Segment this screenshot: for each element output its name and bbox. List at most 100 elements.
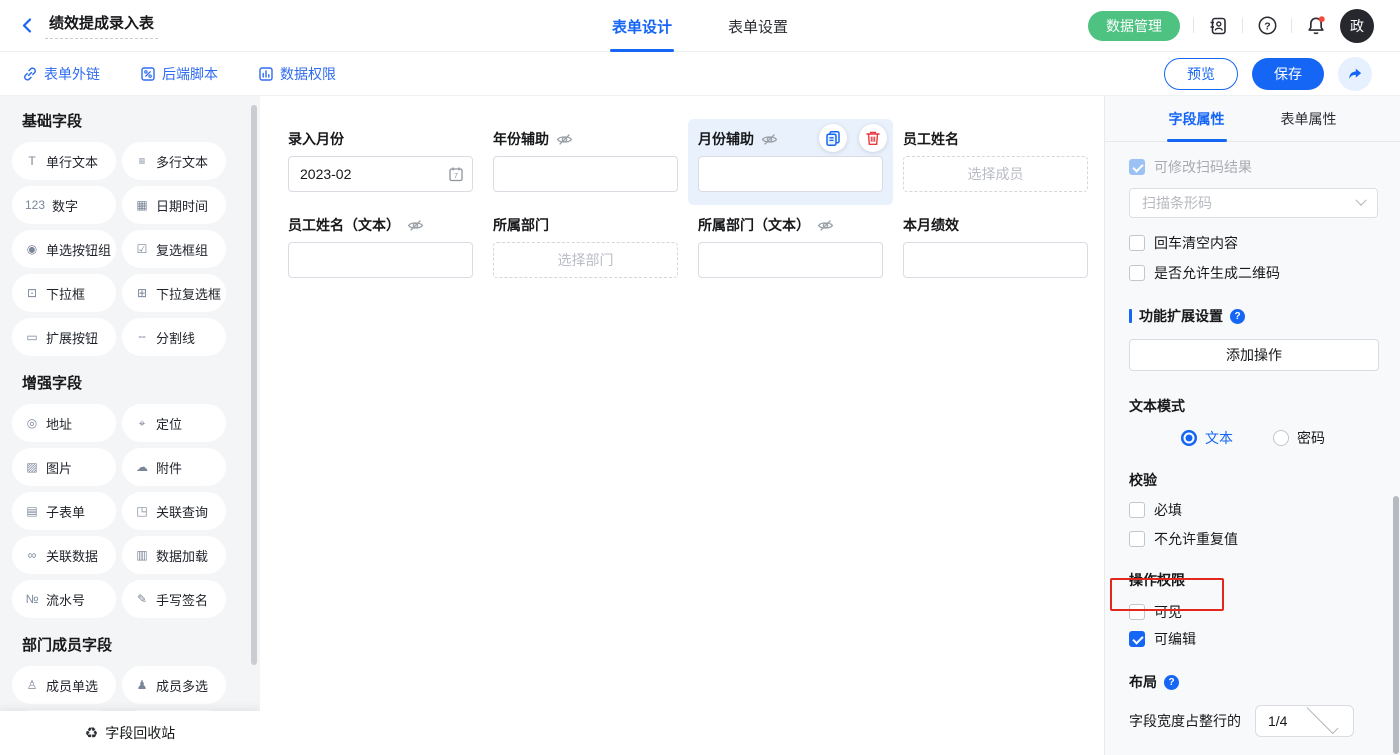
tab-field-properties[interactable]: 字段属性 — [1169, 96, 1225, 142]
field-type-icon: ▭ — [25, 330, 39, 344]
copy-field-button[interactable] — [819, 124, 847, 152]
field-type-pill[interactable]: ◉ 单选按钮组 — [12, 230, 116, 268]
field-type-pill[interactable]: № 流水号 — [12, 580, 116, 618]
help-badge-icon[interactable]: ? — [1230, 309, 1245, 324]
canvas-field[interactable]: 员工姓名 选择成员 — [893, 119, 1098, 205]
field-width-select[interactable]: 1/4 — [1255, 705, 1354, 737]
visible-checkbox[interactable] — [1129, 604, 1145, 620]
divider — [1242, 18, 1243, 33]
add-action-button[interactable]: 添加操作 — [1129, 339, 1379, 371]
field-label: 月份辅助 — [698, 129, 754, 149]
field-input[interactable] — [698, 156, 883, 192]
field-type-pill[interactable]: ⌖ 定位 — [122, 404, 226, 442]
allow-qrcode-checkbox[interactable] — [1129, 265, 1145, 281]
script-icon — [140, 66, 156, 82]
field-type-pill[interactable]: ≡ 多行文本 — [122, 142, 226, 180]
field-type-icon: ▨ — [25, 460, 39, 474]
data-permission-button[interactable]: 数据权限 — [258, 64, 336, 84]
toolbar: 表单外链 后端脚本 数据权限 预览 保存 — [0, 53, 1400, 96]
chevron-down-icon — [1355, 195, 1366, 206]
tab-form-properties[interactable]: 表单属性 — [1281, 96, 1337, 142]
field-type-icon: ♟ — [135, 678, 149, 692]
field-type-pill[interactable]: ♟ 成员多选 — [122, 666, 226, 704]
field-input[interactable] — [903, 242, 1088, 278]
tab-form-design[interactable]: 表单设计 — [610, 0, 674, 52]
field-type-pill[interactable]: ▤ 子表单 — [12, 492, 116, 530]
field-input[interactable] — [698, 242, 883, 278]
canvas-field[interactable]: 所属部门（文本） — [688, 205, 893, 291]
field-type-pill[interactable]: ▥ 数据加载 — [122, 536, 226, 574]
field-actions — [819, 124, 887, 152]
field-type-icon: T — [25, 154, 39, 168]
canvas-field[interactable]: 员工姓名（文本） — [278, 205, 483, 291]
user-avatar[interactable]: 政 — [1340, 9, 1374, 43]
field-type-pill[interactable]: ☁ 附件 — [122, 448, 226, 486]
field-type-pill[interactable]: ╌ 分割线 — [122, 318, 226, 356]
field-recycle-bin-button[interactable]: ♻ 字段回收站 — [0, 711, 260, 755]
help-icon[interactable]: ? — [1256, 15, 1278, 37]
field-type-pill[interactable]: ☑ 复选框组 — [122, 230, 226, 268]
field-type-icon: ⊞ — [135, 286, 149, 300]
field-type-pill[interactable]: ▦ 日期时间 — [122, 186, 226, 224]
field-type-pill[interactable]: ∞ 关联数据 — [12, 536, 116, 574]
form-title[interactable]: 绩效提成录入表 — [45, 12, 158, 39]
delete-field-button[interactable] — [859, 124, 887, 152]
field-type-pill[interactable]: 123 数字 — [12, 186, 116, 224]
tab-form-settings[interactable]: 表单设置 — [726, 0, 790, 52]
field-type-pill[interactable]: ▨ 图片 — [12, 448, 116, 486]
field-type-pill[interactable]: ◎ 地址 — [12, 404, 116, 442]
field-type-pill[interactable]: ◳ 关联查询 — [122, 492, 226, 530]
sidebar-scrollbar[interactable] — [251, 105, 257, 665]
save-button[interactable]: 保存 — [1252, 58, 1324, 90]
field-label: 本月绩效 — [903, 215, 959, 235]
no-duplicate-checkbox[interactable] — [1129, 531, 1145, 547]
canvas-field[interactable]: 所属部门 选择部门 — [483, 205, 688, 291]
backend-script-button[interactable]: 后端脚本 — [140, 64, 218, 84]
field-label: 所属部门 — [493, 215, 549, 235]
back-button[interactable] — [18, 16, 37, 35]
field-type-pill[interactable]: ⊞ 下拉复选框 — [122, 274, 226, 312]
help-badge-icon[interactable]: ? — [1164, 675, 1179, 690]
field-input[interactable] — [288, 156, 473, 192]
canvas-field[interactable]: 本月绩效 — [893, 205, 1098, 291]
form-external-link-button[interactable]: 表单外链 — [22, 64, 100, 84]
contacts-book-icon[interactable] — [1207, 15, 1229, 37]
field-type-pill[interactable]: ♙ 成员单选 — [12, 666, 116, 704]
field-type-icon: ◉ — [25, 242, 39, 256]
enter-clear-checkbox[interactable] — [1129, 235, 1145, 251]
canvas-field[interactable]: 年份辅助 — [483, 119, 688, 205]
enhanced-fields-list: ◎ 地址 ⌖ 定位 ▨ 图片 ☁ 附件 — [12, 404, 248, 618]
editable-checkbox[interactable] — [1129, 631, 1145, 647]
field-type-pill[interactable]: ⊡ 下拉框 — [12, 274, 116, 312]
field-type-pill[interactable]: ▭ 扩展按钮 — [12, 318, 116, 356]
canvas-field-grid: 录入月份 7 年份辅助 — [260, 96, 1104, 291]
panel-scrollbar[interactable] — [1393, 496, 1399, 754]
radio-password-mode[interactable]: 密码 — [1273, 428, 1325, 448]
share-button[interactable] — [1338, 57, 1372, 91]
recycle-icon: ♻ — [85, 724, 98, 742]
field-input[interactable] — [288, 242, 473, 278]
field-type-icon: ⌖ — [135, 416, 149, 431]
field-type-pill[interactable]: ✎ 手写签名 — [122, 580, 226, 618]
editable-row: 可编辑 — [1129, 630, 1378, 648]
canvas-field[interactable]: 月份辅助 — [688, 119, 893, 205]
operation-permission-label: 操作权限 — [1129, 570, 1378, 590]
field-type-pill[interactable]: T 单行文本 — [12, 142, 116, 180]
modify-scan-result-checkbox[interactable] — [1129, 159, 1145, 175]
data-manage-button[interactable]: 数据管理 — [1088, 11, 1180, 41]
calendar-icon[interactable]: 7 — [448, 166, 464, 187]
share-arrow-icon — [1346, 65, 1364, 83]
scan-type-select[interactable]: 扫描条形码 — [1129, 188, 1378, 218]
field-label: 所属部门（文本） — [698, 215, 810, 235]
radio-text-mode[interactable]: 文本 — [1181, 428, 1233, 448]
notification-bell-icon[interactable] — [1305, 15, 1327, 37]
field-library-sidebar: 基础字段 T 单行文本 ≡ 多行文本 123 数字 — [0, 96, 260, 755]
canvas-field[interactable]: 录入月份 7 — [278, 119, 483, 205]
field-input[interactable] — [493, 156, 678, 192]
hidden-eye-icon — [761, 133, 778, 146]
field-picker[interactable]: 选择成员 — [903, 156, 1088, 192]
preview-button[interactable]: 预览 — [1164, 58, 1238, 90]
field-picker[interactable]: 选择部门 — [493, 242, 678, 278]
required-checkbox[interactable] — [1129, 502, 1145, 518]
allow-qrcode-row: 是否允许生成二维码 — [1129, 264, 1378, 282]
